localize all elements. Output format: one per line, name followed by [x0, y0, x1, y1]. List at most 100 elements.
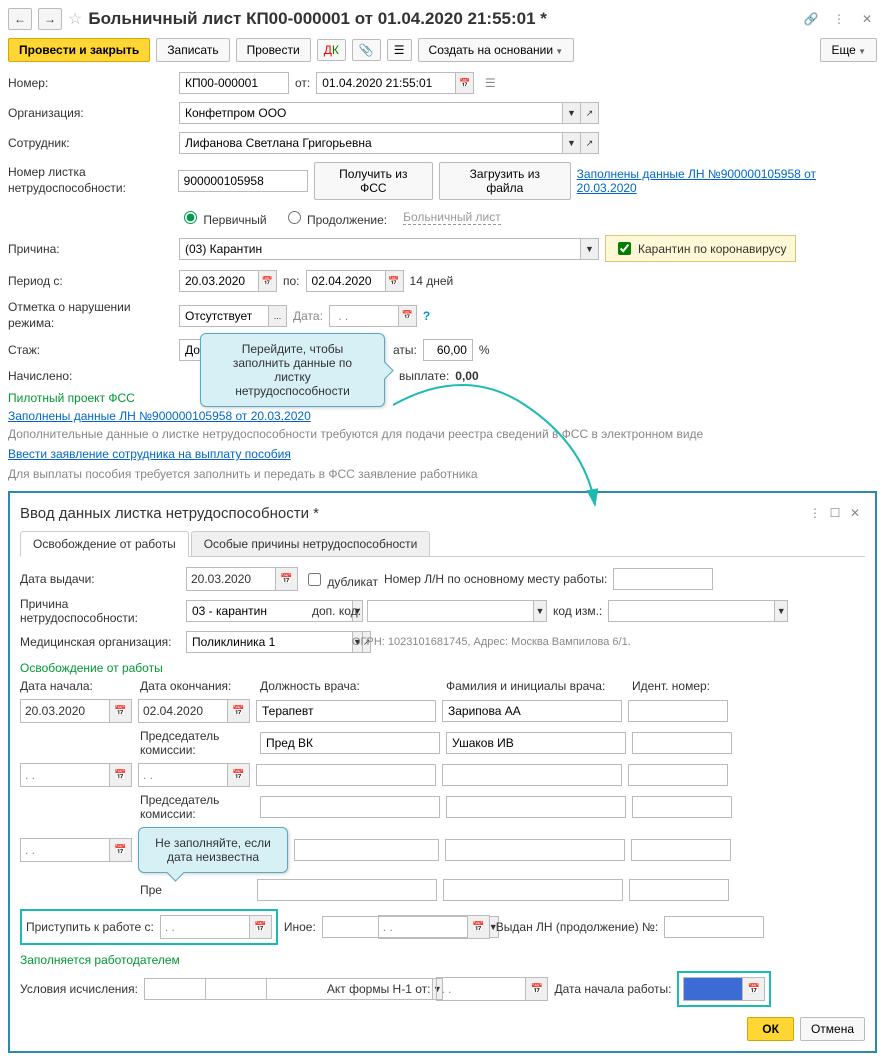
get-fss-button[interactable]: Получить из ФСС	[314, 162, 433, 200]
date-input[interactable]	[316, 72, 456, 94]
pay-value: 0,00	[455, 369, 478, 383]
act-date-input[interactable]: . .	[436, 977, 526, 1001]
exp-label: Стаж:	[8, 343, 173, 357]
list-icon[interactable]: ☰	[480, 73, 500, 93]
calendar-icon[interactable]: 📅	[468, 915, 490, 939]
ln-filled-link-2[interactable]: Заполнены данные ЛН №900000105958 от 20.…	[8, 409, 311, 423]
maximize-icon[interactable]: ☐	[825, 503, 845, 523]
doc-name-input-2[interactable]	[442, 764, 622, 786]
main-ln-input[interactable]	[613, 568, 713, 590]
save-button[interactable]: Записать	[156, 38, 229, 62]
calendar-icon[interactable]: 📅	[743, 977, 765, 1001]
load-file-button[interactable]: Загрузить из файла	[439, 162, 571, 200]
work-start-date-input[interactable]	[683, 977, 743, 1001]
calendar-icon[interactable]: 📅	[456, 72, 474, 94]
calendar-icon[interactable]: 📅	[386, 270, 404, 292]
doc-pos-input[interactable]	[256, 700, 436, 722]
calc-cond-label: Условия исчисления:	[20, 982, 138, 996]
app-link[interactable]: Ввести заявление сотрудника на выплату п…	[8, 447, 291, 461]
primary-radio[interactable]: Первичный	[179, 208, 267, 227]
more-icon[interactable]: ⋮	[805, 503, 825, 523]
doc-pos-input-3[interactable]	[294, 839, 439, 861]
violation-input[interactable]	[179, 305, 269, 327]
ln-num-input[interactable]	[178, 170, 308, 192]
calendar-icon[interactable]: 📅	[110, 699, 132, 723]
chair-pos-input-2[interactable]	[260, 796, 440, 818]
chair-id-input[interactable]	[632, 732, 732, 754]
other-date-input[interactable]: . .	[378, 915, 468, 939]
structure-icon[interactable]: ☰	[387, 39, 412, 61]
dropdown-icon[interactable]: ▼	[563, 132, 581, 154]
pay-pct-input[interactable]	[423, 339, 473, 361]
work-start-label: Дата начала работы:	[554, 982, 671, 996]
more-icon[interactable]: ⋮	[829, 9, 849, 29]
ln-filled-link[interactable]: Заполнены данные ЛН №900000105958 от 20.…	[577, 167, 877, 195]
id-input-2[interactable]	[628, 764, 728, 786]
start-date-input-2[interactable]: . .	[20, 763, 110, 787]
end-date-input[interactable]: 02.04.2020	[138, 699, 228, 723]
continuation-radio[interactable]: Продолжение:	[283, 208, 388, 227]
calendar-icon[interactable]: 📅	[110, 763, 132, 787]
period-to-input[interactable]	[306, 270, 386, 292]
calendar-icon[interactable]: 📅	[228, 699, 250, 723]
help-icon[interactable]: ?	[423, 309, 430, 323]
post-close-button[interactable]: Провести и закрыть	[8, 38, 150, 62]
dropdown-icon[interactable]: ▼	[775, 600, 788, 622]
emp-input[interactable]	[179, 132, 563, 154]
chair-name-input[interactable]	[446, 732, 626, 754]
chair-id-input-3[interactable]	[629, 879, 729, 901]
covid-checkbox-box[interactable]: Карантин по коронавирусу	[605, 235, 796, 262]
id-input-3[interactable]	[631, 839, 731, 861]
org-input[interactable]	[179, 102, 563, 124]
med-org-input[interactable]	[186, 631, 353, 653]
calendar-icon[interactable]: 📅	[110, 838, 132, 862]
doc-name-input-3[interactable]	[445, 839, 625, 861]
id-input[interactable]	[628, 700, 728, 722]
more-btn[interactable]: ...	[269, 305, 287, 327]
add-code-input[interactable]	[367, 600, 534, 622]
issued-ln-input[interactable]	[664, 916, 764, 938]
cancel-button[interactable]: Отмена	[800, 1017, 865, 1041]
debit-credit-icon[interactable]: ДК	[317, 39, 346, 61]
code-chg-input[interactable]	[608, 600, 775, 622]
open-icon[interactable]: ↗	[581, 102, 599, 124]
reason-input[interactable]	[179, 238, 581, 260]
chair-name-input-2[interactable]	[446, 796, 626, 818]
more-button[interactable]: Еще	[820, 38, 877, 62]
create-based-button[interactable]: Создать на основании	[418, 38, 575, 62]
close-icon[interactable]: ✕	[845, 503, 865, 523]
attach-icon[interactable]: 📎	[352, 39, 381, 61]
calendar-icon[interactable]: 📅	[526, 977, 548, 1001]
post-button[interactable]: Провести	[236, 38, 311, 62]
dropdown-icon[interactable]: ▼	[581, 238, 599, 260]
doc-pos-input-2[interactable]	[256, 764, 436, 786]
calendar-icon[interactable]: 📅	[276, 567, 298, 591]
calendar-icon[interactable]: 📅	[250, 915, 272, 939]
favorite-icon[interactable]: ☆	[68, 9, 82, 29]
issue-date-input[interactable]: 20.03.2020	[186, 567, 276, 591]
tab-release[interactable]: Освобождение от работы	[20, 531, 189, 557]
doc-name-input[interactable]	[442, 700, 622, 722]
start-date-input-3[interactable]: . .	[20, 838, 110, 862]
chair-name-input-3[interactable]	[443, 879, 623, 901]
back-button[interactable]: ←	[8, 8, 32, 30]
start-date-input[interactable]: 20.03.2020	[20, 699, 110, 723]
forward-button[interactable]: →	[38, 8, 62, 30]
chair-pos-input-3[interactable]	[257, 879, 437, 901]
link-icon[interactable]: 🔗	[801, 9, 821, 29]
calendar-icon[interactable]: 📅	[228, 763, 250, 787]
ok-button[interactable]: ОК	[747, 1017, 794, 1041]
number-input[interactable]	[179, 72, 289, 94]
dropdown-icon[interactable]: ▼	[563, 102, 581, 124]
end-date-input-2[interactable]: . .	[138, 763, 228, 787]
close-icon[interactable]: ✕	[857, 9, 877, 29]
calendar-icon[interactable]: 📅	[259, 270, 277, 292]
chair-id-input-2[interactable]	[632, 796, 732, 818]
chair-pos-input[interactable]	[260, 732, 440, 754]
dropdown-icon[interactable]: ▼	[534, 600, 547, 622]
duplicate-checkbox[interactable]: дубликат	[304, 570, 378, 589]
return-date-input[interactable]: . .	[160, 915, 250, 939]
open-icon[interactable]: ↗	[581, 132, 599, 154]
period-from-input[interactable]	[179, 270, 259, 292]
tab-special[interactable]: Особые причины нетрудоспособности	[191, 531, 431, 556]
